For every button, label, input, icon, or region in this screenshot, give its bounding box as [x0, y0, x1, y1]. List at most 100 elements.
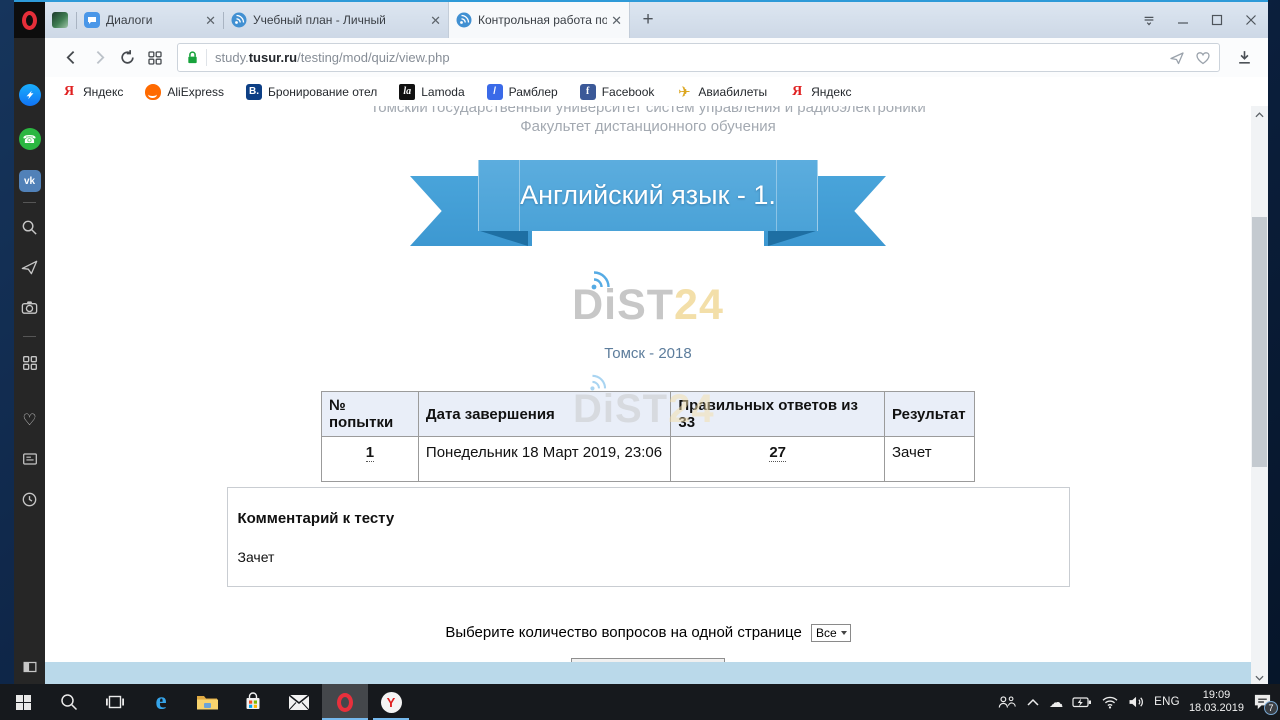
close-tab-icon[interactable]: ✕ — [611, 14, 622, 27]
url-text: study.tusur.ru/testing/mod/quiz/view.php — [215, 50, 1161, 65]
edge-icon: e — [155, 688, 166, 716]
yandex-icon: Я — [61, 84, 77, 100]
aliexpress-icon — [145, 84, 161, 100]
ribbon-panel: Английский язык - 1. — [478, 160, 818, 231]
bookmarks-bar: ЯЯндекс AliExpress B.Бронирование отел l… — [45, 77, 1268, 106]
tray-chevron-up-icon[interactable] — [1026, 697, 1040, 707]
back-icon[interactable] — [57, 44, 85, 72]
taskbar-clock[interactable]: 19:09 18.03.2019 — [1189, 689, 1244, 715]
vertical-scrollbar[interactable] — [1251, 106, 1268, 686]
speed-dial-icon[interactable] — [14, 354, 45, 372]
col-correct: Правильных ответов из 33 — [671, 392, 885, 437]
questions-per-page-row: Выберите количество вопросов на одной ст… — [45, 624, 1251, 642]
search-icon[interactable] — [14, 218, 45, 237]
page-footer-strip — [45, 662, 1251, 686]
taskbar-opera-button[interactable] — [322, 684, 368, 720]
close-tab-icon[interactable]: ✕ — [430, 14, 441, 27]
search-icon — [59, 692, 79, 712]
new-tab-button[interactable]: + — [636, 9, 660, 31]
time: 19:09 — [1203, 689, 1231, 701]
lamoda-icon: la — [399, 84, 415, 100]
folder-icon — [196, 693, 218, 711]
bookmark-facebook[interactable]: fFacebook — [580, 84, 655, 100]
send-to-flow-icon[interactable] — [1169, 50, 1185, 66]
close-window-button[interactable] — [1234, 2, 1268, 38]
taskbar-mail-button[interactable] — [276, 684, 322, 720]
start-button[interactable] — [0, 684, 46, 720]
sidebar-divider — [23, 336, 36, 337]
opera-logo-icon — [22, 11, 37, 30]
yandex-icon: Я — [789, 84, 805, 100]
questions-per-page-select[interactable]: Все — [811, 624, 851, 642]
tab-title: Учебный план - Личный — [253, 13, 426, 27]
bookmark-lamoda[interactable]: laLamoda — [399, 84, 464, 100]
bookmark-yandex[interactable]: ЯЯндекс — [61, 84, 123, 100]
comment-box: Комментарий к тесту Зачет — [227, 487, 1070, 587]
taskbar-explorer-button[interactable] — [184, 684, 230, 720]
bookmarks-heart-icon[interactable]: ♡ — [14, 410, 45, 430]
windows-taskbar: e Y ☁ ENG 19:09 18.03.2019 — [0, 684, 1280, 720]
bookmark-booking[interactable]: B.Бронирование отел — [246, 84, 377, 100]
rambler-icon: / — [487, 84, 503, 100]
university-name: Томский государственный университет сист… — [45, 106, 1251, 116]
close-tab-icon[interactable]: ✕ — [205, 14, 216, 27]
correct-answers-link[interactable]: 27 — [769, 444, 786, 462]
whatsapp-icon[interactable]: ☎ — [14, 128, 45, 150]
scrollbar-thumb[interactable] — [1252, 217, 1267, 467]
date: 18.03.2019 — [1189, 702, 1244, 714]
table-row: 1 Понедельник 18 Март 2019, 23:06 27 Зач… — [322, 437, 975, 482]
wifi-icon[interactable] — [1101, 695, 1119, 709]
speed-dial-grid-icon[interactable] — [141, 44, 169, 72]
taskbar-store-button[interactable] — [230, 684, 276, 720]
maximize-button[interactable] — [1200, 2, 1234, 38]
tab-menu-icon[interactable] — [1132, 2, 1166, 38]
battery-charging-icon[interactable] — [1072, 695, 1092, 709]
people-icon[interactable] — [997, 694, 1017, 710]
pinned-tab[interactable] — [52, 12, 68, 28]
yandex-browser-icon: Y — [381, 692, 402, 713]
messenger-icon[interactable] — [14, 84, 45, 106]
finish-date-cell: Понедельник 18 Март 2019, 23:06 — [418, 437, 670, 482]
course-title: Английский язык - 1. — [520, 180, 776, 211]
chat-bubble-icon — [84, 12, 100, 28]
history-clock-icon[interactable] — [14, 490, 45, 509]
tab-title: Диалоги — [106, 13, 201, 27]
snapshot-camera-icon[interactable] — [14, 298, 45, 317]
taskbar-edge-button[interactable]: e — [138, 684, 184, 720]
language-indicator[interactable]: ENG — [1154, 696, 1180, 708]
desktop: ☎ vk ♡ — [0, 0, 1280, 720]
opera-icon — [337, 693, 353, 712]
onedrive-cloud-icon[interactable]: ☁ — [1049, 694, 1063, 711]
secure-lock-icon — [186, 50, 199, 65]
bookmark-aviabilety[interactable]: ✈Авиабилеты — [676, 84, 767, 100]
my-flow-icon[interactable] — [14, 258, 45, 277]
reload-icon[interactable] — [113, 44, 141, 72]
tab-uchebny-plan[interactable]: Учебный план - Личный ✕ — [224, 2, 448, 38]
wifi-arcs-icon — [588, 260, 622, 290]
opera-menu-button[interactable] — [14, 2, 45, 38]
tab-bar: Диалоги ✕ Учебный план - Личный ✕ Контро… — [45, 2, 1268, 38]
action-center-button[interactable]: 7 — [1253, 693, 1272, 711]
minimize-button[interactable] — [1166, 2, 1200, 38]
bookmark-aliexpress[interactable]: AliExpress — [145, 84, 224, 100]
vk-icon[interactable]: vk — [14, 170, 45, 192]
downloads-icon[interactable] — [1230, 44, 1258, 72]
taskbar-yandex-button[interactable]: Y — [368, 684, 414, 720]
bookmark-yandex-2[interactable]: ЯЯндекс — [789, 84, 851, 100]
speaker-icon[interactable] — [1128, 695, 1145, 709]
forward-icon[interactable] — [85, 44, 113, 72]
col-result: Результат — [884, 392, 974, 437]
news-icon[interactable] — [14, 450, 45, 468]
task-view-button[interactable] — [92, 684, 138, 720]
scroll-up-icon[interactable] — [1251, 106, 1268, 123]
tab-kontrolnaya-active[interactable]: Контрольная работа по д ✕ — [448, 2, 630, 38]
taskbar-search-button[interactable] — [46, 684, 92, 720]
attempt-link[interactable]: 1 — [366, 444, 374, 462]
comment-title: Комментарий к тесту — [238, 510, 1059, 527]
bookmark-rambler[interactable]: /Рамблер — [487, 84, 558, 100]
tab-dialogi[interactable]: Диалоги ✕ — [77, 2, 223, 38]
col-date: Дата завершения — [418, 392, 670, 437]
sidebar-setup-icon[interactable] — [14, 658, 45, 676]
address-bar[interactable]: study.tusur.ru/testing/mod/quiz/view.php — [177, 43, 1220, 72]
bookmark-heart-icon[interactable] — [1195, 50, 1211, 66]
